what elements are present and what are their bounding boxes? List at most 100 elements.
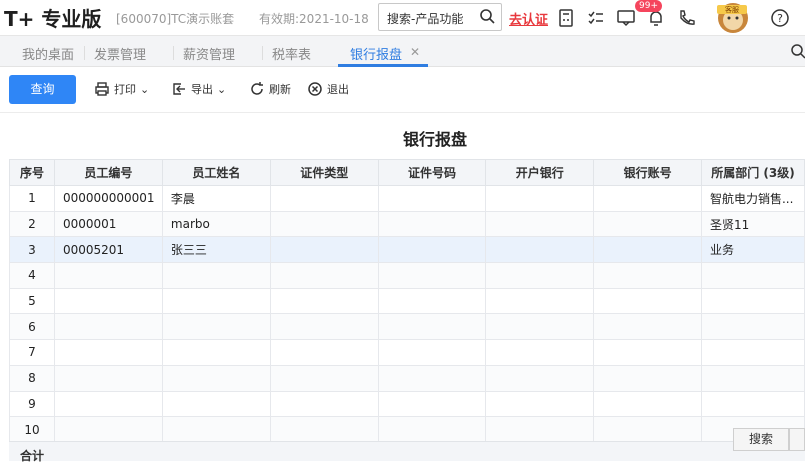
table-cell[interactable] [485, 416, 595, 443]
table-row[interactable]: 2 0000001 marbo 圣贤11 [9, 210, 805, 238]
table-cell[interactable] [377, 236, 487, 264]
table-cell[interactable] [269, 390, 379, 418]
table-cell[interactable]: 8 [9, 364, 55, 392]
table-cell[interactable] [377, 287, 487, 315]
table-cell[interactable]: 4 [9, 262, 55, 289]
table-cell[interactable] [269, 185, 379, 212]
table-cell[interactable]: 10 [9, 416, 55, 443]
table-cell[interactable]: 1 [9, 185, 55, 212]
search-button-extra[interactable] [789, 428, 805, 451]
table-cell[interactable]: 李晨 [161, 185, 271, 212]
search-icon[interactable] [790, 43, 805, 59]
table-cell[interactable] [700, 262, 805, 289]
table-cell[interactable] [377, 416, 487, 443]
table-cell[interactable] [593, 364, 702, 392]
tab-desktop[interactable]: 我的桌面 [22, 44, 74, 63]
table-cell[interactable] [700, 287, 805, 315]
table-cell[interactable] [269, 262, 379, 289]
table-cell[interactable] [53, 390, 163, 418]
product-search-input[interactable]: 搜索-产品功能 [378, 3, 502, 31]
table-cell[interactable]: 圣贤11 [700, 210, 805, 238]
table-cell[interactable]: marbo [161, 210, 271, 238]
table-cell[interactable] [593, 416, 702, 443]
table-row[interactable]: 9 [9, 390, 805, 418]
query-button[interactable]: 查询 [9, 75, 76, 104]
column-header[interactable]: 证件类型 [269, 159, 379, 186]
account-label[interactable]: [600070]TC演示账套 [116, 10, 234, 27]
table-cell[interactable] [269, 416, 379, 443]
table-cell[interactable] [485, 210, 595, 238]
table-row[interactable]: 5 [9, 287, 805, 315]
tab-invoice[interactable]: 发票管理 [94, 44, 146, 63]
table-cell[interactable] [700, 364, 805, 392]
certify-link[interactable]: 去认证 [509, 9, 548, 28]
calculator-icon[interactable] [556, 8, 576, 28]
table-cell[interactable]: 张三三 [161, 236, 271, 264]
search-button[interactable]: 搜索 [733, 428, 789, 451]
table-cell[interactable] [53, 416, 163, 443]
table-cell[interactable]: 00005201 [53, 236, 163, 264]
table-cell[interactable] [485, 339, 595, 366]
tab-tax-rate[interactable]: 税率表 [272, 44, 311, 63]
table-cell[interactable]: 2 [9, 210, 55, 238]
table-cell[interactable] [53, 262, 163, 289]
table-cell[interactable] [485, 390, 595, 418]
table-cell[interactable] [593, 313, 702, 341]
table-cell[interactable] [377, 185, 487, 212]
table-cell[interactable] [700, 313, 805, 341]
table-cell[interactable]: 9 [9, 390, 55, 418]
tab-payroll[interactable]: 薪资管理 [183, 44, 235, 63]
table-cell[interactable] [161, 390, 271, 418]
table-cell[interactable] [700, 390, 805, 418]
message-icon[interactable] [616, 8, 636, 28]
table-cell[interactable] [269, 339, 379, 366]
table-cell[interactable]: 智航电力销售... [700, 185, 805, 212]
export-button[interactable]: 导出 ⌄ [171, 81, 226, 97]
table-cell[interactable]: 3 [9, 236, 55, 264]
table-cell[interactable] [269, 210, 379, 238]
search-icon[interactable] [479, 8, 495, 24]
customer-service-avatar[interactable]: 客服 [707, 1, 759, 35]
table-cell[interactable] [269, 236, 379, 264]
table-cell[interactable] [161, 339, 271, 366]
table-row[interactable]: 1 000000000001 李晨 智航电力销售... [9, 185, 805, 212]
table-cell[interactable] [485, 287, 595, 315]
table-cell[interactable] [161, 287, 271, 315]
table-row[interactable]: 3 00005201 张三三 业务 [9, 236, 805, 264]
help-icon[interactable]: ? [770, 8, 790, 28]
exit-button[interactable]: 退出 [307, 81, 349, 97]
table-cell[interactable] [377, 364, 487, 392]
table-cell[interactable] [485, 313, 595, 341]
table-cell[interactable] [593, 262, 702, 289]
tab-bank-offer[interactable]: 银行报盘 [350, 44, 402, 63]
column-header[interactable]: 员工编号 [53, 159, 163, 186]
close-icon[interactable]: ✕ [410, 45, 420, 59]
table-cell[interactable] [269, 287, 379, 315]
table-cell[interactable] [485, 185, 595, 212]
table-cell[interactable] [485, 236, 595, 264]
table-row[interactable]: 4 [9, 262, 805, 289]
table-cell[interactable] [593, 339, 702, 366]
table-cell[interactable] [53, 364, 163, 392]
table-cell[interactable] [485, 364, 595, 392]
table-cell[interactable]: 000000000001 [53, 185, 163, 212]
table-cell[interactable] [593, 390, 702, 418]
phone-icon[interactable] [677, 8, 697, 28]
table-cell[interactable] [269, 364, 379, 392]
column-header[interactable]: 员工姓名 [161, 159, 271, 186]
print-button[interactable]: 打印 ⌄ [94, 81, 149, 97]
table-cell[interactable] [53, 339, 163, 366]
table-cell[interactable]: 业务 [700, 236, 805, 264]
table-cell[interactable] [700, 339, 805, 366]
table-row[interactable]: 7 [9, 339, 805, 366]
table-row[interactable]: 8 [9, 364, 805, 392]
table-cell[interactable]: 5 [9, 287, 55, 315]
column-header[interactable]: 银行账号 [593, 159, 702, 186]
table-row[interactable]: 6 [9, 313, 805, 341]
table-cell[interactable]: 7 [9, 339, 55, 366]
table-cell[interactable] [593, 185, 702, 212]
table-cell[interactable] [161, 364, 271, 392]
table-cell[interactable] [377, 339, 487, 366]
table-row[interactable]: 10 [9, 416, 805, 443]
table-cell[interactable] [53, 287, 163, 315]
